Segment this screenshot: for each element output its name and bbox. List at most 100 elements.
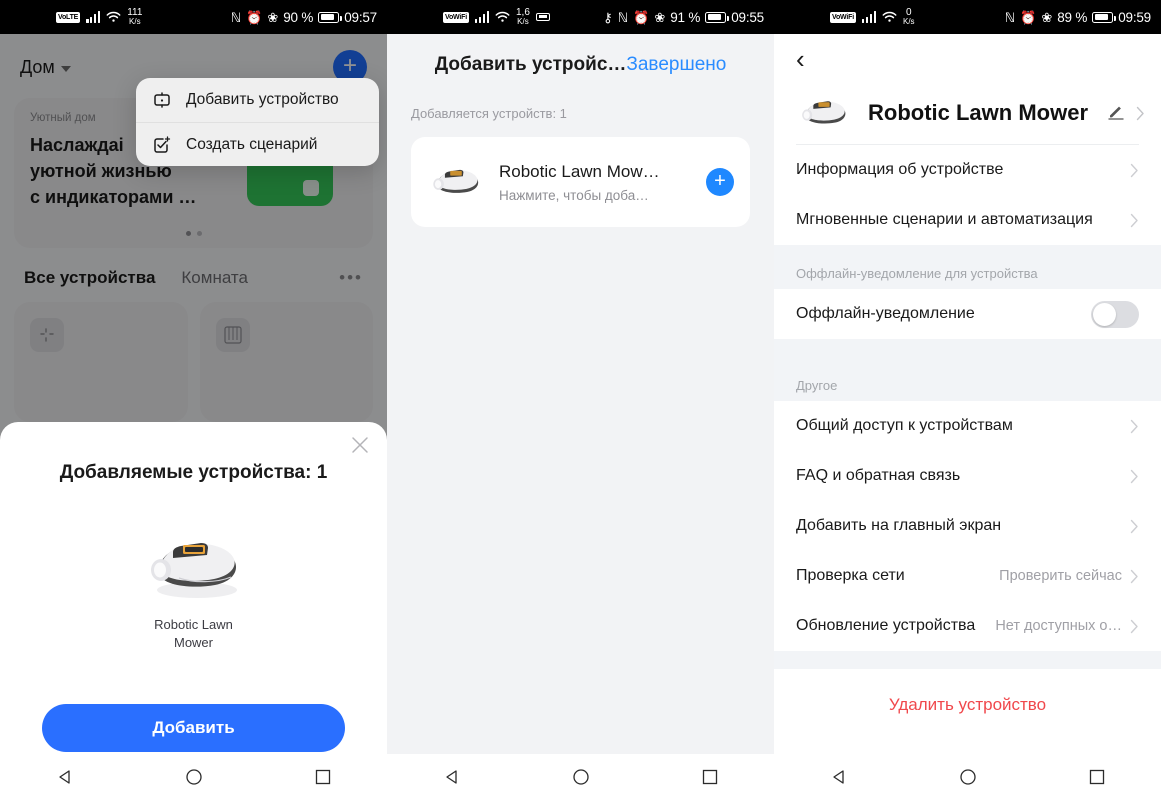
add-device-icon[interactable]: + xyxy=(706,168,734,196)
row-device-info[interactable]: Информация об устройстве xyxy=(774,145,1161,195)
android-navbar-2 xyxy=(387,754,774,800)
offline-notification-toggle[interactable] xyxy=(1091,300,1139,328)
add-device-icon xyxy=(152,90,172,110)
status-bar-left-1: VoLTE 111 K/s xyxy=(56,8,142,26)
bluetooth-icon: ❀ xyxy=(267,9,279,25)
android-navbar-3 xyxy=(774,754,1161,800)
discovered-device-text: Robotic Lawn Mow… Нажмите, чтобы доба… xyxy=(499,162,692,203)
menu-item-create-scene[interactable]: Создать сценарий xyxy=(136,122,379,166)
add-devices-bottom-sheet: Добавляемые устройства: 1 Robotic Lawn M… xyxy=(0,422,387,800)
chevron-right-icon xyxy=(1130,419,1139,434)
status-bar-right-2: ⚷ ℕ ⏰ ❀ 91 % 09:55 xyxy=(603,10,764,25)
row-faq-feedback-label: FAQ и обратная связь xyxy=(796,467,961,484)
status-bar-right-3: ℕ ⏰ ❀ 89 % 09:59 xyxy=(1005,10,1151,25)
nav-home-icon[interactable] xyxy=(955,764,981,790)
alarm-icon: ⏰ xyxy=(246,9,263,25)
sheet-title: Добавляемые устройства: 1 xyxy=(59,462,328,483)
row-device-sharing-label: Общий доступ к устройствам xyxy=(796,417,1013,434)
network-speed-3: 0 K/s xyxy=(903,7,915,27)
create-scene-icon xyxy=(152,135,172,155)
row-add-to-home-screen[interactable]: Добавить на главный экран xyxy=(774,501,1161,551)
row-network-check[interactable]: Проверка сети Проверить сейчас xyxy=(774,551,1161,601)
status-bar-1: VoLTE 111 K/s ℕ ⏰ ❀ 90 % 09:57 xyxy=(0,0,387,34)
close-icon[interactable] xyxy=(349,434,371,456)
chevron-right-icon xyxy=(1130,213,1139,228)
menu-item-add-device-label: Добавить устройство xyxy=(186,91,339,108)
clock-1: 09:57 xyxy=(344,9,377,25)
wifi-icon xyxy=(106,11,121,23)
group-header-other-label: Другое xyxy=(796,378,838,393)
network-speed-value: 1,6 xyxy=(516,7,530,18)
sheet-device-name: Robotic Lawn Mower xyxy=(154,616,233,652)
done-button[interactable]: Завершено xyxy=(626,54,726,76)
row-device-update[interactable]: Обновление устройства Нет доступных о… xyxy=(774,601,1161,651)
network-speed-value: 0 xyxy=(906,7,912,18)
edit-device-name-button[interactable] xyxy=(1106,101,1145,126)
device-header: Robotic Lawn Mower xyxy=(774,72,1161,144)
status-bar-right-1: ℕ ⏰ ❀ 90 % 09:57 xyxy=(231,10,377,25)
usb-icon xyxy=(535,13,550,21)
chevron-right-icon xyxy=(1130,469,1139,484)
battery-percent-1: 90 % xyxy=(283,9,314,25)
network-speed-value: 111 xyxy=(127,7,143,18)
nfc-icon: ℕ xyxy=(1004,9,1016,25)
delete-device-button[interactable]: Удалить устройство xyxy=(774,669,1161,715)
key-icon: ⚷ xyxy=(603,9,613,25)
back-button[interactable]: ‹ xyxy=(774,34,814,72)
nav-recents-icon[interactable] xyxy=(310,764,336,790)
nav-back-icon[interactable] xyxy=(826,764,852,790)
network-speed-unit: K/s xyxy=(903,17,915,26)
adding-device-content: Добавить устройс… Завершено Добавляется … xyxy=(387,34,774,800)
nav-recents-icon[interactable] xyxy=(697,764,723,790)
chevron-right-icon xyxy=(1136,106,1145,121)
sheet-device-name-line1: Robotic Lawn xyxy=(154,617,233,632)
row-offline-notification-label: Оффлайн-уведомление xyxy=(796,305,975,322)
signal-bars-icon xyxy=(861,11,876,23)
row-faq-feedback[interactable]: FAQ и обратная связь xyxy=(774,451,1161,501)
row-device-update-value: Нет доступных о… xyxy=(995,618,1122,634)
battery-icon xyxy=(705,11,729,23)
sheet-device-name-line2: Mower xyxy=(173,635,213,650)
android-navbar-1 xyxy=(0,754,387,800)
nav-home-icon[interactable] xyxy=(181,764,207,790)
chevron-right-icon xyxy=(1130,619,1139,634)
phone-screen-home-with-menu: VoLTE 111 K/s ℕ ⏰ ❀ 90 % 09:57 Дом + Уют… xyxy=(0,0,387,800)
network-speed-unit: K/s xyxy=(129,17,141,26)
alarm-icon: ⏰ xyxy=(633,9,650,25)
menu-item-add-device[interactable]: Добавить устройство xyxy=(136,78,379,122)
group-header-offline-label: Оффлайн-уведомление для устройства xyxy=(796,266,1038,281)
nfc-icon: ℕ xyxy=(230,9,242,25)
status-bar-left-2: VoWiFi 1,6 K/s xyxy=(443,8,550,26)
row-scenes-automation[interactable]: Мгновенные сценарии и автоматизация xyxy=(774,195,1161,245)
volte-icon: VoLTE xyxy=(56,11,81,23)
pencil-icon xyxy=(1106,101,1126,126)
row-scenes-automation-label: Мгновенные сценарии и автоматизация xyxy=(796,211,1093,228)
vowifi-icon: VoWiFi xyxy=(443,11,469,23)
menu-item-create-scene-label: Создать сценарий xyxy=(186,135,318,153)
discovered-device-row[interactable]: Robotic Lawn Mow… Нажмите, чтобы доба… + xyxy=(411,137,750,227)
bluetooth-icon: ❀ xyxy=(1041,9,1053,25)
nav-back-icon[interactable] xyxy=(52,764,78,790)
vowifi-icon: VoWiFi xyxy=(830,11,856,23)
phone-screen-adding-device: VoWiFi 1,6 K/s ⚷ ℕ ⏰ ❀ 91 % 09:55 Добави… xyxy=(387,0,774,800)
nav-home-icon[interactable] xyxy=(568,764,594,790)
row-network-check-label: Проверка сети xyxy=(796,567,905,584)
row-offline-notification[interactable]: Оффлайн-уведомление xyxy=(774,289,1161,339)
nav-back-icon[interactable] xyxy=(439,764,465,790)
network-speed-1: 111 K/s xyxy=(127,7,143,27)
adding-count-text: Добавляется устройств: 1 xyxy=(411,106,567,121)
signal-bars-icon xyxy=(86,11,101,23)
row-device-update-label: Обновление устройства xyxy=(796,617,976,634)
phone-screen-device-settings: VoWiFi 0 K/s ℕ ⏰ ❀ 89 % 09:59 ‹ Robotic … xyxy=(774,0,1161,800)
battery-percent-3: 89 % xyxy=(1057,9,1088,25)
add-popup-menu: Добавить устройство Создать сценарий xyxy=(136,78,379,166)
group-header-offline: Оффлайн-уведомление для устройства xyxy=(774,245,1161,289)
nav-recents-icon[interactable] xyxy=(1084,764,1110,790)
add-confirm-button[interactable]: Добавить xyxy=(42,704,345,752)
row-device-info-label: Информация об устройстве xyxy=(796,161,1004,178)
row-device-sharing[interactable]: Общий доступ к устройствам xyxy=(774,401,1161,451)
alarm-icon: ⏰ xyxy=(1020,9,1037,25)
discovered-device-name: Robotic Lawn Mow… xyxy=(499,161,660,181)
home-screen-content: Дом + Уютный дом Наслаждаі уютной жизнью… xyxy=(0,34,387,800)
status-bar-left-3: VoWiFi 0 K/s xyxy=(830,8,915,26)
